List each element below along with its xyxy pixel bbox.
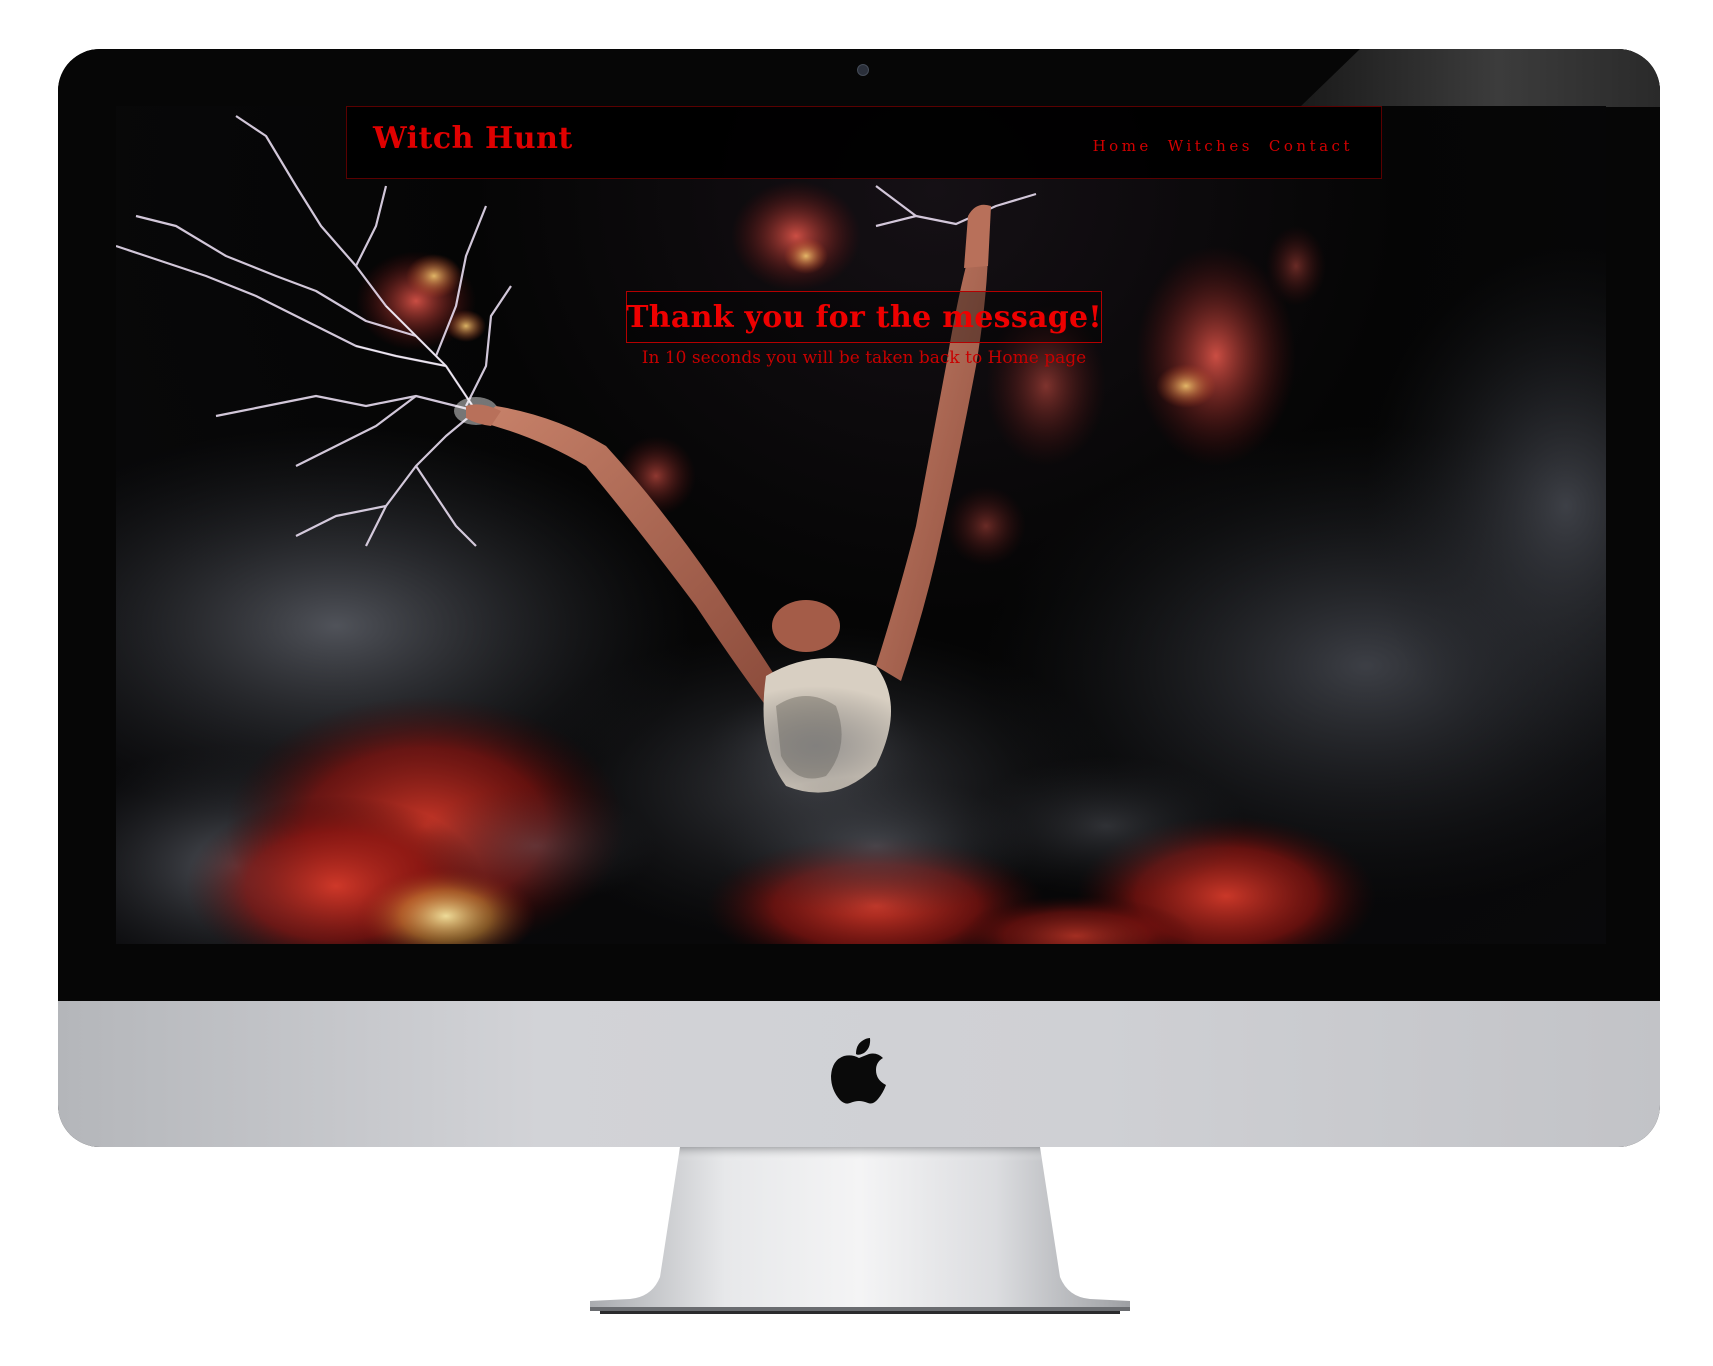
hero-background-image (116, 115, 1606, 944)
nav-link-home[interactable]: Home (1093, 137, 1152, 155)
site-header: Witch Hunt Home Witches Contact (346, 106, 1382, 179)
main-nav: Home Witches Contact (1093, 137, 1353, 155)
bezel-glare (1300, 49, 1660, 107)
redirect-notice: In 10 seconds you will be taken back to … (641, 348, 1087, 368)
apple-logo-icon (831, 1038, 886, 1104)
imac-frame: Witch Hunt Home Witches Contact Thank yo… (58, 49, 1660, 1147)
nav-link-contact[interactable]: Contact (1269, 137, 1353, 155)
camera-icon (857, 64, 869, 76)
monitor-stand (590, 1147, 1130, 1314)
thank-you-banner: Thank you for the message! (626, 291, 1102, 343)
mockup-canvas: Witch Hunt Home Witches Contact Thank yo… (0, 0, 1713, 1366)
website-viewport: Witch Hunt Home Witches Contact Thank yo… (116, 106, 1606, 944)
nav-link-witches[interactable]: Witches (1168, 137, 1253, 155)
site-logo[interactable]: Witch Hunt (373, 121, 573, 156)
thank-you-heading: Thank you for the message! (626, 299, 1102, 335)
